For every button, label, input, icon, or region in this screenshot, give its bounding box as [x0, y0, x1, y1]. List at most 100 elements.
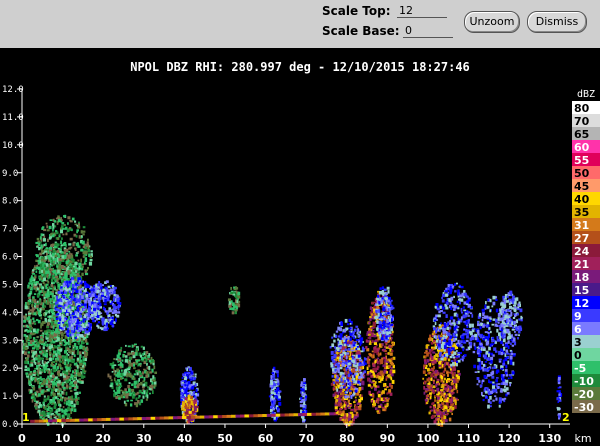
echo-pixel [376, 391, 379, 395]
echo-pixel [105, 287, 109, 292]
echo-pixel [268, 395, 271, 398]
echo-pixel [190, 396, 193, 399]
echo-pixel [376, 360, 379, 365]
echo-pixel [93, 298, 96, 301]
echo-pixel [381, 348, 384, 352]
echo-pixel [38, 385, 41, 389]
echo-pixel [187, 380, 191, 385]
echo-pixel [39, 275, 42, 278]
echo-pixel [183, 408, 187, 412]
echo-pixel [190, 372, 194, 375]
echo-pixel [299, 404, 304, 408]
echo-pixel [58, 258, 62, 262]
echo-pixel [78, 391, 81, 394]
echo-pixel [341, 363, 345, 367]
echo-pixel [67, 216, 71, 220]
echo-pixel [24, 343, 27, 346]
echo-pixel [79, 418, 85, 422]
echo-pixel [30, 375, 33, 379]
echo-pixel [128, 382, 131, 385]
echo-pixel [67, 222, 69, 225]
echo-pixel [355, 347, 358, 351]
echo-pixel [332, 368, 335, 372]
echo-pixel [62, 296, 65, 299]
echo-pixel [71, 289, 75, 294]
echo-pixel [384, 349, 387, 353]
echo-pixel [339, 358, 341, 361]
echo-pixel [69, 363, 72, 366]
echo-pixel [78, 351, 82, 355]
echo-pixel [311, 412, 317, 416]
echo-pixel [344, 413, 347, 416]
echo-pixel [69, 338, 73, 342]
echo-pixel [79, 334, 83, 337]
echo-pixel [60, 302, 64, 306]
echo-pixel [49, 308, 54, 312]
echo-pixel [378, 290, 383, 295]
echo-pixel [57, 399, 61, 404]
echo-pixel [78, 262, 82, 266]
echo-pixel [181, 379, 185, 382]
echo-pixel [376, 367, 379, 371]
echo-pixel [361, 346, 364, 350]
echo-pixel [27, 354, 30, 358]
echo-pixel [138, 394, 141, 398]
echo-pixel [145, 350, 149, 354]
echo-pixel [133, 380, 137, 385]
echo-pixel [53, 368, 57, 373]
echo-pixel [346, 388, 349, 391]
echo-pixel [51, 378, 54, 381]
echo-pixel [66, 312, 69, 316]
echo-pixel [142, 371, 144, 375]
echo-pixel [101, 284, 104, 287]
echo-pixel [57, 373, 60, 377]
echo-pixel [143, 351, 146, 354]
echo-pixel [88, 301, 92, 306]
echo-pixel [46, 329, 49, 332]
echo-pixel [272, 407, 275, 411]
echo-pixel [34, 343, 37, 347]
echo-pixel [359, 340, 363, 345]
echo-pixel [123, 417, 129, 421]
echo-pixel [356, 332, 359, 335]
echo-pixel [342, 352, 345, 354]
echo-pixel [343, 343, 346, 347]
echo-pixel [373, 334, 377, 338]
echo-pixel [75, 270, 77, 273]
echo-pixel [47, 419, 53, 423]
echo-pixel [85, 269, 88, 272]
echo-pixel [151, 381, 154, 385]
echo-pixel [34, 419, 40, 423]
echo-pixel [89, 324, 93, 327]
echo-pixel [72, 242, 75, 247]
echo-pixel [36, 328, 40, 331]
echo-pixel [113, 369, 116, 373]
echo-pixel [35, 270, 38, 273]
echo-pixel [43, 259, 47, 262]
echo-pixel [43, 270, 46, 274]
echo-pixel [368, 372, 372, 375]
echo-pixel [275, 392, 278, 395]
echo-pixel [50, 284, 54, 287]
echo-pixel [67, 272, 71, 275]
echo-pixel [344, 395, 348, 399]
plot-area[interactable] [20, 89, 570, 424]
echo-pixel [353, 381, 356, 383]
echo-pixel [75, 326, 79, 330]
echo-pixel [147, 386, 149, 389]
echo-pixel [66, 254, 69, 257]
echo-pixel [127, 361, 130, 365]
echo-pixel [83, 303, 87, 307]
echo-pixel [184, 384, 187, 387]
echo-pixel [83, 282, 87, 285]
echo-pixel [68, 308, 71, 313]
echo-pixel [133, 343, 137, 346]
echo-pixel [59, 229, 64, 234]
echo-pixel [61, 383, 64, 387]
echo-pixel [349, 411, 353, 415]
echo-pixel [113, 286, 117, 290]
echo-pixel [78, 280, 82, 283]
echo-pixel [131, 351, 135, 356]
echo-pixel [150, 356, 153, 361]
echo-pixel [377, 393, 381, 398]
